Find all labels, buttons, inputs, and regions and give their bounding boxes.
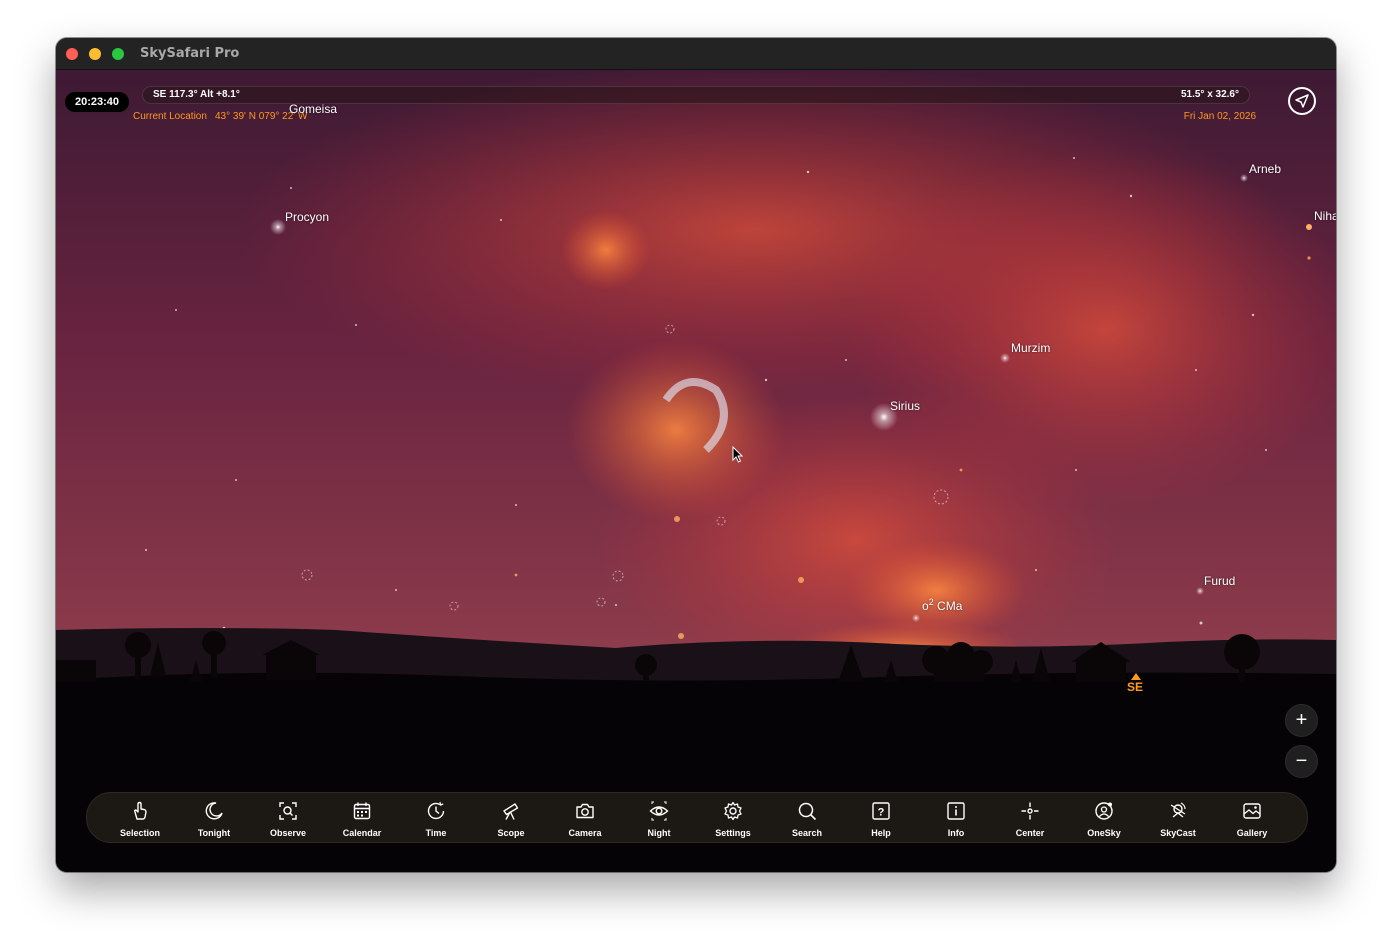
toolbar-label: Time [425, 828, 447, 838]
toolbar-info-button[interactable]: Info [923, 793, 989, 844]
star-label-nihal[interactable]: Niha [1314, 209, 1336, 223]
toolbar-camera-button[interactable]: Camera [552, 793, 618, 844]
toolbar-observe-button[interactable]: Observe [255, 793, 321, 844]
field-of-view-readout: 51.5° x 32.6° [1180, 89, 1239, 100]
location-arrow-icon [1295, 94, 1309, 108]
location-label: Current Location [133, 111, 207, 122]
calendar-icon [353, 802, 371, 820]
toolbar-label: Night [647, 828, 671, 838]
toolbar-label: Center [1015, 828, 1045, 838]
sky-chart[interactable]: 20:23:40 SE 117.3° Alt +8.1° 51.5° x 32.… [56, 70, 1336, 872]
clock-icon [427, 801, 445, 820]
date-display[interactable]: Fri Jan 02, 2026 [1166, 111, 1256, 122]
camera-icon [576, 803, 594, 819]
help-icon: ? [872, 802, 890, 820]
star-label-sirius[interactable]: Sirius [890, 399, 920, 413]
sky-background [56, 70, 1336, 872]
star-label-furud[interactable]: Furud [1204, 574, 1235, 588]
toolbar-time-button[interactable]: Time [403, 793, 469, 844]
toolbar-label: Observe [269, 828, 307, 838]
zoom-out-button[interactable]: − [1285, 745, 1318, 778]
o2cma-prefix: o [922, 599, 929, 613]
toolbar-label: OneSky [1087, 828, 1121, 838]
info-icon [947, 802, 965, 820]
toolbar-onesky-button[interactable]: OneSky [1071, 793, 1137, 844]
onesky-icon [1095, 802, 1113, 820]
star-label-gomeisa[interactable]: Gomeisa [289, 102, 337, 116]
direction-marker-icon [1131, 673, 1141, 680]
horizon-direction-label: SE [1127, 680, 1144, 694]
star-label-murzim[interactable]: Murzim [1011, 341, 1050, 355]
bottom-toolbar: Selection Tonight Observe Calendar Time … [86, 792, 1308, 843]
star-label-o2-cma[interactable]: o2 CMa [922, 597, 962, 613]
maximize-window-button[interactable] [112, 48, 124, 60]
app-window: SkySafari Pro 20:23:40 SE 117.3° Alt +8.… [56, 38, 1336, 872]
toolbar-label: SkyCast [1160, 828, 1196, 838]
gallery-icon [1243, 803, 1261, 819]
toolbar-tonight-button[interactable]: Tonight [181, 793, 247, 844]
close-window-button[interactable] [66, 48, 78, 60]
title-bar: SkySafari Pro [56, 38, 1336, 70]
compass-button[interactable] [1288, 87, 1316, 115]
window-title: SkySafari Pro [140, 46, 240, 61]
star-label-arneb[interactable]: Arneb [1249, 162, 1281, 176]
moon-icon [205, 802, 223, 820]
toolbar-label: Info [947, 828, 965, 838]
toolbar-skycast-button[interactable]: SkyCast [1145, 793, 1211, 844]
toolbar-label: Tonight [197, 828, 231, 838]
gear-icon [724, 801, 742, 821]
clock-display[interactable]: 20:23:40 [65, 92, 129, 112]
toolbar-night-button[interactable]: Night [626, 793, 692, 844]
toolbar-settings-button[interactable]: Settings [700, 793, 766, 844]
o2cma-suffix: CMa [933, 599, 963, 613]
direction-readout: SE 117.3° Alt +8.1° [153, 89, 240, 100]
toolbar-label: Calendar [342, 828, 382, 838]
telescope-icon [503, 803, 519, 820]
zoom-in-button[interactable]: + [1285, 704, 1318, 737]
toolbar-label: Search [791, 828, 823, 838]
hand-pointer-icon [133, 801, 147, 820]
svg-text:?: ? [878, 807, 885, 819]
toolbar-label: Selection [119, 828, 160, 838]
toolbar-selection-button[interactable]: Selection [107, 793, 173, 844]
search-icon [798, 802, 817, 821]
minimize-window-button[interactable] [89, 48, 101, 60]
eye-icon [649, 801, 669, 821]
toolbar-gallery-button[interactable]: Gallery [1219, 793, 1285, 844]
toolbar-label: Gallery [1236, 828, 1268, 838]
observe-icon [279, 802, 297, 820]
toolbar-label: Scope [497, 828, 525, 838]
toolbar-center-button[interactable]: Center [997, 793, 1063, 844]
toolbar-label: Help [871, 828, 891, 838]
star-label-procyon[interactable]: Procyon [285, 210, 329, 224]
toolbar-search-button[interactable]: Search [774, 793, 840, 844]
mouse-cursor-icon [732, 446, 744, 463]
toolbar-calendar-button[interactable]: Calendar [329, 793, 395, 844]
crosshair-icon [1021, 802, 1039, 820]
toolbar-label: Camera [568, 828, 602, 838]
skycast-icon [1170, 802, 1186, 818]
toolbar-label: Settings [715, 828, 751, 838]
toolbar-help-button[interactable]: ? Help [848, 793, 914, 844]
toolbar-scope-button[interactable]: Scope [478, 793, 544, 844]
